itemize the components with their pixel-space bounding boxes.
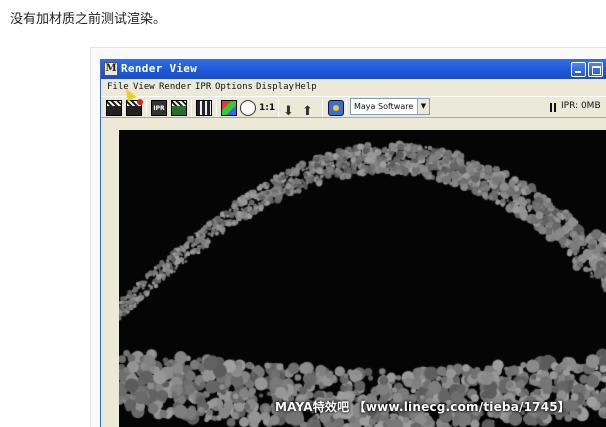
ipr-memory-status: IPR: 0MB: [561, 101, 601, 111]
window-title: Render View: [121, 62, 198, 75]
toolbar-separator: [346, 99, 347, 117]
toolbar-separator: [146, 99, 147, 117]
rgb-channels-icon[interactable]: [221, 100, 237, 116]
ipr-refresh-icon[interactable]: [171, 100, 187, 116]
watermark-text: MAYA特效吧 【www.linecg.com/tieba/1745】: [275, 400, 571, 414]
maya-logo-icon: M: [104, 62, 118, 76]
render-viewport[interactable]: [119, 130, 606, 427]
renderer-select-value: Maya Software: [354, 102, 414, 111]
render-region-icon[interactable]: [126, 99, 143, 116]
toolbar-separator: [216, 99, 217, 117]
minimize-button[interactable]: [571, 62, 586, 77]
toolbar-separator: [322, 99, 323, 117]
menu-options[interactable]: Options: [215, 82, 253, 92]
menu-bar: File View Render IPR Options Display Hel…: [101, 80, 606, 95]
menu-ipr[interactable]: IPR: [195, 82, 211, 92]
real-size-button[interactable]: 1:1: [259, 100, 275, 116]
menu-view[interactable]: View: [133, 82, 155, 92]
render-settings-icon[interactable]: [328, 100, 344, 116]
toolbar-separator: [191, 99, 192, 117]
particle-render-image: [119, 130, 606, 427]
menu-help[interactable]: Help: [295, 82, 317, 92]
render-frame-icon[interactable]: [106, 100, 122, 116]
chevron-down-icon[interactable]: ▼: [417, 99, 429, 114]
renderer-select[interactable]: Maya Software ▼: [350, 98, 430, 115]
ipr-icon-label: IPR: [153, 105, 165, 112]
pause-ipr-icon[interactable]: [550, 103, 556, 112]
menu-render[interactable]: Render: [159, 82, 192, 92]
remove-image-icon[interactable]: [302, 100, 318, 116]
alpha-channel-icon[interactable]: [240, 100, 256, 116]
ipr-render-icon[interactable]: IPR: [151, 100, 167, 116]
maximize-button[interactable]: [588, 62, 603, 77]
menu-display[interactable]: Display: [256, 82, 294, 92]
title-bar[interactable]: M Render View: [101, 60, 606, 79]
snapshot-icon[interactable]: [196, 100, 212, 116]
render-view-window: M Render View File View Render IPR Optio…: [100, 59, 606, 427]
toolbar-separator: [278, 99, 279, 117]
keep-image-icon[interactable]: [283, 100, 299, 116]
page-caption: 没有加材质之前测试渲染。: [10, 12, 167, 27]
